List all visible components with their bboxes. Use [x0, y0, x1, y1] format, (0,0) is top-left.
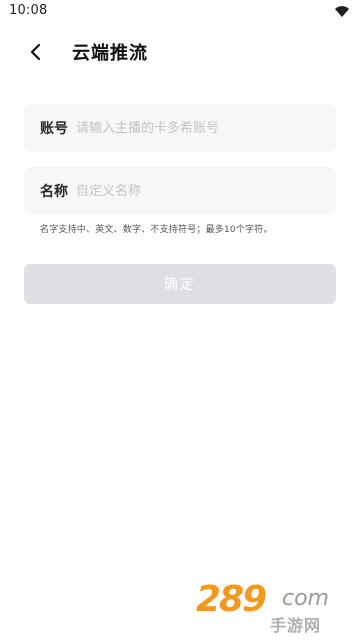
name-hint-text: 名字支持中、英文、数字、不支持符号；最多10个字符。 — [40, 225, 273, 235]
page-title: 云端推流 — [72, 43, 148, 64]
name-input[interactable] — [76, 183, 316, 199]
chevron-left-icon — [30, 43, 41, 61]
watermark-com: com — [282, 586, 329, 611]
watermark-subtitle: 手游网 — [270, 616, 322, 635]
status-time: 10:08 — [9, 3, 48, 18]
name-field[interactable]: 名称 — [24, 167, 336, 215]
back-button[interactable] — [22, 38, 50, 66]
account-field[interactable]: 账号 — [24, 104, 336, 152]
name-label: 名称 — [40, 184, 68, 200]
account-input[interactable] — [76, 120, 316, 136]
confirm-button[interactable]: 确定 — [24, 264, 336, 304]
nav-bar: 云端推流 — [0, 28, 360, 76]
watermark-logo: 289 com 手游网 — [196, 579, 356, 636]
status-bar: 10:08 — [0, 0, 360, 24]
wifi-icon — [335, 6, 349, 17]
account-label: 账号 — [40, 121, 68, 137]
watermark-number: 289 — [196, 579, 267, 620]
